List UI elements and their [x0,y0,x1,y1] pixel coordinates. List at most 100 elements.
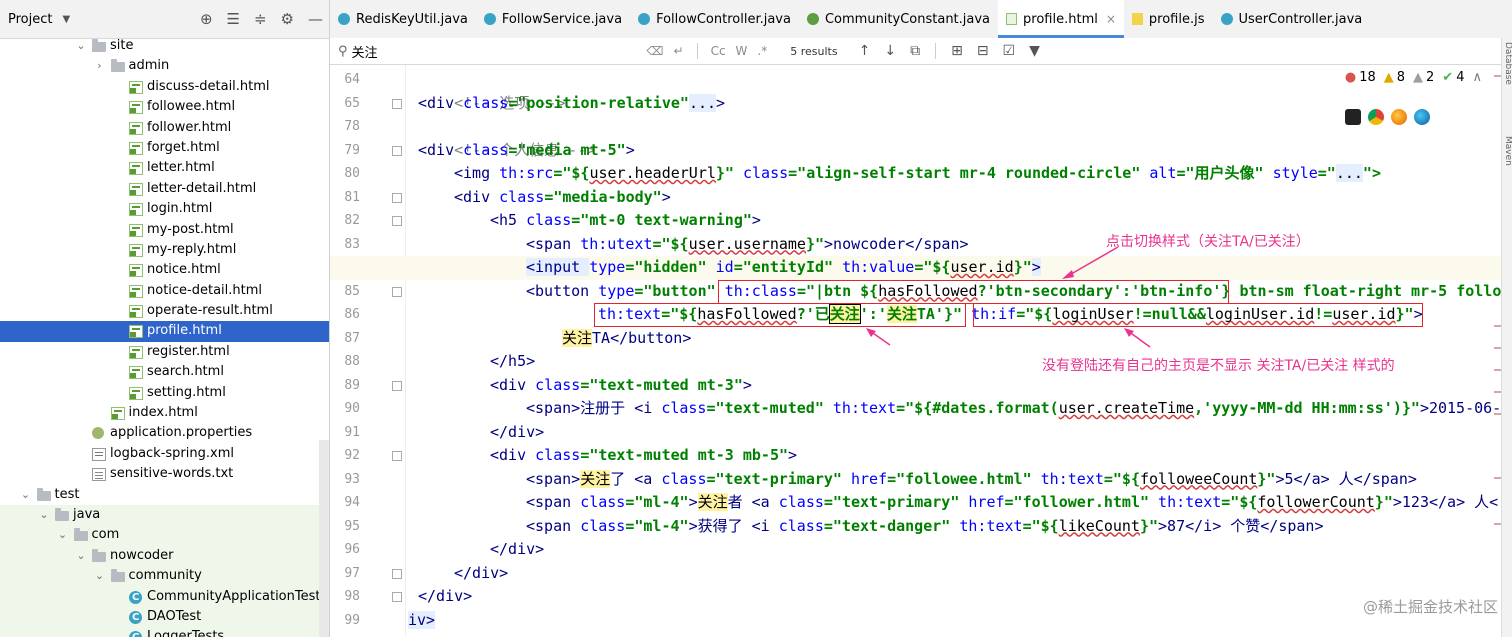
tree-item[interactable]: index.html [0,403,329,423]
code-token: user.username [688,234,806,253]
tree-item[interactable]: discuss-detail.html [0,77,329,97]
filter-icon[interactable]: ▼ [1029,43,1040,59]
tree-item[interactable]: logback-spring.xml [0,444,329,464]
firefox-icon[interactable] [1391,109,1407,125]
html-file-icon [129,284,143,298]
code-token: 了 <a [610,469,662,488]
folded-region[interactable]: ... [688,93,717,112]
search-input[interactable] [351,41,642,61]
tree-item[interactable]: register.html [0,342,329,362]
fold-toggle[interactable] [392,193,402,203]
fold-toggle[interactable] [392,287,402,297]
tree-item[interactable]: search.html [0,362,329,382]
chevron-down-icon[interactable]: ▼ [62,14,70,25]
code-token: ="entityId" [733,258,843,276]
tree-item[interactable]: profile.html [0,321,329,342]
tree-item[interactable]: › admin [0,56,329,76]
tree-item[interactable]: followee.html [0,97,329,117]
fold-toggle[interactable] [392,569,402,579]
remove-occurrence-icon[interactable]: ⊟ [977,43,989,59]
tree-item-label: application.properties [110,425,253,441]
tree-item[interactable]: ⌄ site [0,36,329,56]
tree-item[interactable]: ⌄ com [0,525,329,546]
project-title[interactable]: Project [8,12,52,27]
editor-tab[interactable]: CommunityConstant.java [799,0,998,38]
editor-tab[interactable]: profile.js [1124,0,1213,38]
tree-item[interactable]: operate-result.html [0,301,329,321]
whole-word-toggle[interactable]: W [736,44,748,58]
fold-toggle[interactable] [392,381,402,391]
folded-region[interactable]: ... [1335,164,1363,182]
arrow-up-icon[interactable]: ↑ [859,43,871,59]
expand-all-icon[interactable]: ☰ [227,10,240,28]
chevron-down-icon[interactable]: ⌄ [19,485,33,505]
chrome-icon[interactable] [1368,109,1384,125]
tree-item[interactable]: notice.html [0,260,329,280]
collapse-all-icon[interactable]: ≑ [254,10,267,28]
minimize-icon[interactable]: — [308,10,323,28]
chevron-down-icon[interactable]: ⌄ [74,36,88,56]
warning-count[interactable]: ▲ 8 [1384,70,1405,85]
tree-item-label: my-post.html [147,221,234,237]
tree-item[interactable]: application.properties [0,423,329,443]
code-token: iv> [408,610,436,629]
chevron-down-icon[interactable]: ⌄ [56,525,70,545]
project-scrollbar[interactable] [319,440,329,637]
fold-toggle[interactable] [392,146,402,156]
edge-icon[interactable] [1414,109,1430,125]
open-in-window-icon[interactable]: ⧉ [910,43,920,59]
tree-item[interactable]: ⌄ test [0,485,329,505]
fold-toggle[interactable] [392,216,402,226]
tree-item[interactable]: CommunityApplicationTests [0,586,329,608]
tree-item[interactable]: letter-detail.html [0,179,329,199]
tree-item[interactable]: sensitive-words.txt [0,464,329,484]
intellij-browser-icon[interactable] [1345,109,1361,125]
editor-tab[interactable]: RedisKeyUtil.java [330,0,476,38]
fold-toggle[interactable] [392,592,402,602]
tree-item[interactable]: follower.html [0,118,329,138]
editor-tab[interactable]: profile.html × [998,0,1124,38]
clear-icon[interactable]: ⌫ [647,44,664,58]
ok-count[interactable]: ✔ 4 [1442,70,1464,85]
chevron-up-icon[interactable]: ∧ [1472,70,1482,85]
fold-toggle[interactable] [392,451,402,461]
tree-item[interactable]: DAOTest [0,606,329,628]
tree-item[interactable]: ⌄ java [0,504,329,526]
close-icon[interactable]: × [1106,12,1116,26]
tree-item[interactable]: setting.html [0,383,329,403]
chevron-right-icon[interactable]: › [93,56,107,76]
gear-icon[interactable]: ⚙ [281,10,294,28]
database-tool-tab[interactable]: Database [1503,42,1512,85]
annotation-box-th-class [718,280,1229,304]
tree-item[interactable]: my-reply.html [0,240,329,260]
tree-item[interactable]: notice-detail.html [0,281,329,301]
editor-tab[interactable]: FollowService.java [476,0,630,38]
tree-item[interactable]: forget.html [0,138,329,158]
add-occurrence-icon[interactable]: ⊞ [951,43,963,59]
code-editor[interactable]: 6465787980818283848586878889909192939495… [330,65,1512,637]
editor-tab[interactable]: FollowController.java [630,0,799,38]
maven-tool-tab[interactable]: Maven [1503,136,1512,166]
history-icon[interactable]: ↵ [674,44,684,58]
locate-icon[interactable]: ⊕ [200,10,213,28]
tree-item[interactable]: my-post.html [0,220,329,240]
chevron-down-icon[interactable]: ⌄ [74,546,88,566]
match-case-toggle[interactable]: Cc [711,44,726,58]
editor-tab[interactable]: UserController.java [1213,0,1371,38]
search-icon[interactable]: ⚲ [338,44,348,59]
tree-item[interactable]: LoggerTests [0,627,329,637]
inspection-widget[interactable]: ● 18 ▲ 8 ▲ 2 ✔ 4 ∧ [1345,70,1482,85]
regex-toggle[interactable]: .* [757,44,767,58]
select-all-icon[interactable]: ☑ [1003,43,1016,59]
arrow-down-icon[interactable]: ↓ [884,43,896,59]
tree-item[interactable]: login.html [0,199,329,219]
tree-item[interactable]: ⌄ nowcoder [0,545,329,567]
weak-warning-count[interactable]: ▲ 2 [1413,70,1434,85]
chevron-down-icon[interactable]: ⌄ [93,566,107,586]
error-count[interactable]: ● 18 [1345,70,1376,85]
chevron-down-icon[interactable]: ⌄ [37,505,51,525]
code-token: ="${ [1221,493,1258,511]
tree-item[interactable]: letter.html [0,158,329,178]
fold-toggle[interactable] [392,99,402,109]
tree-item[interactable]: ⌄ community [0,566,329,587]
